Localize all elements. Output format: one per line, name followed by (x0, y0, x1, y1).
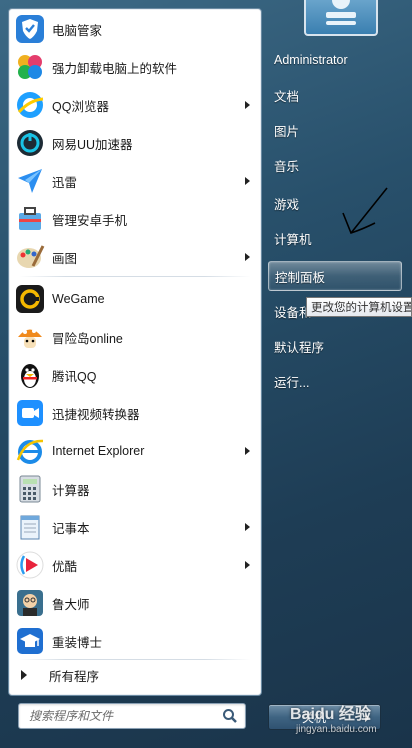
program-label: QQ浏览器 (52, 99, 109, 114)
submenu-arrow-icon (245, 101, 250, 109)
program-item-qq-browser[interactable]: QQ浏览器 (12, 87, 258, 123)
calculator-icon (14, 473, 46, 505)
places-item-pictures[interactable]: 图片 (268, 115, 402, 145)
program-item-video-converter[interactable]: 迅捷视频转换器 (12, 395, 258, 431)
program-label: 强力卸载电脑上的软件 (52, 61, 178, 76)
places-item-music[interactable]: 音乐 (268, 150, 402, 180)
program-label: 画图 (52, 251, 78, 266)
program-item-tencent-qq[interactable]: 腾讯QQ (12, 357, 258, 393)
penguin-icon (14, 359, 46, 391)
start-menu: 电脑管家 强力卸载电脑上的软件 QQ浏览器 网易UU加速器 迅雷 管理安卓手机 … (0, 0, 412, 748)
expand-arrow-icon (21, 670, 27, 680)
hand-drawn-arrow-icon (342, 187, 388, 234)
places-item-documents[interactable]: 文档 (268, 80, 402, 110)
program-label: 网易UU加速器 (52, 137, 133, 152)
places-item-label: 文档 (274, 89, 300, 104)
shield-icon (14, 13, 46, 45)
program-item-calculator[interactable]: 计算器 (12, 471, 258, 507)
notepad-icon (14, 511, 46, 543)
places-item-label: 游戏 (274, 197, 300, 212)
program-label: 冒险岛online (52, 331, 123, 346)
program-item-notepad[interactable]: 记事本 (12, 509, 258, 545)
mushroom-icon (14, 321, 46, 353)
internet-explorer-icon (14, 435, 46, 467)
graduation-cap-icon (14, 625, 46, 657)
program-label: 重装博士 (52, 635, 103, 650)
program-item-maplestory[interactable]: 冒险岛online (12, 319, 258, 355)
all-programs-label: 所有程序 (49, 669, 100, 684)
submenu-arrow-icon (245, 253, 250, 261)
places-item-label: 计算机 (274, 232, 312, 247)
control-panel-tooltip: 更改您的计算机设置 (306, 297, 412, 317)
programs-pane: 电脑管家 强力卸载电脑上的软件 QQ浏览器 网易UU加速器 迅雷 管理安卓手机 … (8, 8, 262, 696)
program-label: 电脑管家 (52, 23, 103, 38)
program-label: 管理安卓手机 (52, 213, 128, 228)
watermark-url: jingyan.baidu.com (296, 724, 377, 735)
program-label: 鲁大师 (52, 597, 90, 612)
program-item-uninstaller[interactable]: 强力卸载电脑上的软件 (12, 49, 258, 85)
search-input[interactable] (27, 708, 221, 724)
program-item-xunlei[interactable]: 迅雷 (12, 163, 258, 199)
program-item-wegame[interactable]: WeGame (12, 281, 258, 317)
browser-icon (14, 89, 46, 121)
submenu-arrow-icon (245, 523, 250, 531)
places-item-label: Administrator (274, 53, 348, 67)
program-label: Internet Explorer (52, 444, 145, 458)
submenu-arrow-icon (245, 561, 250, 569)
program-item-youku[interactable]: 优酷 (12, 547, 258, 583)
program-item-master-lu[interactable]: 鲁大师 (12, 585, 258, 621)
program-label: 迅捷视频转换器 (52, 407, 140, 422)
program-item-computer-manager[interactable]: 电脑管家 (12, 11, 258, 47)
places-item-label: 默认程序 (274, 340, 325, 355)
program-item-reinstall-doctor[interactable]: 重装博士 (12, 623, 258, 659)
program-item-paint[interactable]: 画图 (12, 239, 258, 275)
user-picture-icon (326, 0, 356, 25)
palette-icon (14, 241, 46, 273)
program-item-uu-accelerator[interactable]: 网易UU加速器 (12, 125, 258, 161)
program-item-android-manager[interactable]: 管理安卓手机 (12, 201, 258, 237)
clover-icon (14, 51, 46, 83)
program-label: 优酷 (52, 559, 78, 574)
play-icon (14, 549, 46, 581)
search-icon[interactable] (221, 707, 239, 725)
user-avatar[interactable] (304, 0, 378, 36)
separator (19, 659, 251, 660)
separator (19, 276, 251, 277)
places-item-label: 图片 (274, 124, 300, 139)
search-box[interactable] (18, 703, 246, 729)
places-item-control-panel[interactable]: 控制面板 (268, 261, 402, 291)
bird-icon (14, 165, 46, 197)
program-label: 腾讯QQ (52, 369, 97, 384)
places-item-administrator[interactable]: Administrator (268, 45, 402, 75)
submenu-arrow-icon (245, 447, 250, 455)
speedometer-icon (14, 127, 46, 159)
places-item-label: 音乐 (274, 159, 300, 174)
submenu-arrow-icon (245, 177, 250, 185)
briefcase-icon (14, 203, 46, 235)
program-label: 记事本 (52, 521, 90, 536)
program-label: 计算器 (52, 483, 90, 498)
program-label: 迅雷 (52, 175, 78, 190)
all-programs-button[interactable]: 所有程序 (12, 663, 258, 687)
places-item-label: 控制面板 (275, 270, 326, 285)
program-label: WeGame (52, 292, 105, 306)
places-item-run[interactable]: 运行... (268, 366, 402, 396)
baidu-watermark: Baidu 经验 (290, 706, 371, 723)
program-item-internet-explorer[interactable]: Internet Explorer (12, 433, 258, 469)
video-converter-icon (14, 397, 46, 429)
wegame-icon (14, 283, 46, 315)
places-item-label: 运行... (274, 375, 310, 390)
places-item-default-programs[interactable]: 默认程序 (268, 331, 402, 361)
master-lu-icon (14, 587, 46, 619)
